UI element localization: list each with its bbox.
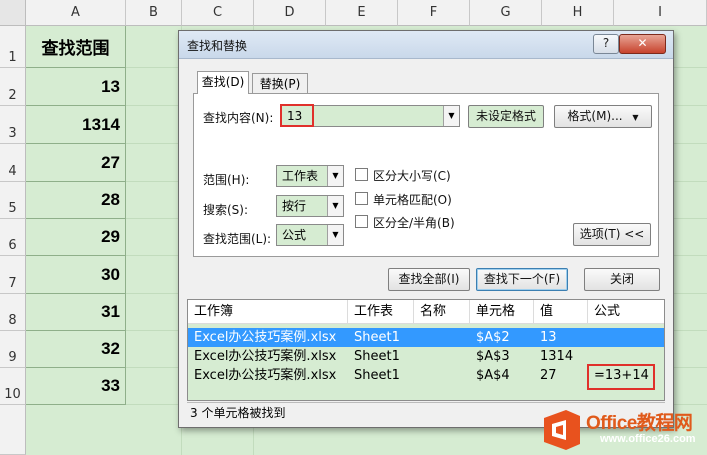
- chevron-down-icon[interactable]: ▼: [443, 106, 459, 126]
- row-header-2[interactable]: 2: [0, 68, 26, 106]
- row-header-7[interactable]: 7: [0, 256, 26, 294]
- chevron-down-icon[interactable]: ▼: [327, 196, 343, 216]
- cell-a5[interactable]: 28: [26, 182, 126, 219]
- cell-a9[interactable]: 32: [26, 331, 126, 368]
- result-cell: $A$4: [476, 368, 510, 383]
- result-workbook: Excel办公技巧案例.xlsx: [194, 349, 337, 364]
- lookin-select[interactable]: 公式 ▼: [276, 224, 344, 246]
- row-header-3[interactable]: 3: [0, 106, 26, 144]
- results-header-workbook[interactable]: 工作簿: [188, 300, 348, 324]
- cell-a10[interactable]: 33: [26, 368, 126, 405]
- match-case-label: 区分大小写(C): [373, 169, 451, 183]
- result-workbook: Excel办公技巧案例.xlsx: [194, 368, 337, 383]
- office26-logo: Office教程网 www.office26.com: [540, 405, 707, 455]
- chevron-down-icon[interactable]: ▼: [327, 166, 343, 186]
- format-preview: 未设定格式: [468, 105, 544, 128]
- column-header-a[interactable]: A: [26, 0, 126, 26]
- column-header-b[interactable]: B: [126, 0, 182, 26]
- dialog-titlebar[interactable]: 查找和替换 ? ✕: [179, 31, 673, 59]
- lookin-label: 查找范围(L):: [203, 232, 272, 246]
- row-header-8[interactable]: 8: [0, 294, 26, 331]
- result-value: 27: [540, 368, 557, 383]
- format-button-label: 格式(M)...: [567, 109, 623, 123]
- result-value: 13: [540, 330, 557, 345]
- result-sheet: Sheet1: [354, 330, 400, 345]
- cell-a1[interactable]: 查找范围: [26, 26, 126, 68]
- match-width-label: 区分全/半角(B): [373, 216, 455, 230]
- lookin-value: 公式: [282, 228, 307, 242]
- close-window-icon[interactable]: ✕: [619, 34, 666, 54]
- results-list[interactable]: 工作簿 工作表 名称 单元格 值 公式 Excel办公技巧案例.xlsx She…: [187, 299, 665, 401]
- match-entire-checkbox[interactable]: [355, 192, 368, 205]
- match-case-checkbox[interactable]: [355, 168, 368, 181]
- find-all-button[interactable]: 查找全部(I): [388, 268, 470, 291]
- result-sheet: Sheet1: [354, 368, 400, 383]
- search-value: 按行: [282, 199, 307, 213]
- column-header-i[interactable]: I: [614, 0, 707, 26]
- results-header-cell[interactable]: 单元格: [470, 300, 534, 324]
- tab-replace[interactable]: 替换(P): [252, 73, 308, 93]
- results-header-sheet[interactable]: 工作表: [348, 300, 414, 324]
- row-header-9[interactable]: 9: [0, 331, 26, 368]
- result-value: 1314: [540, 349, 574, 364]
- cell-a4[interactable]: 27: [26, 144, 126, 182]
- caret-down-icon: ▼: [632, 113, 639, 122]
- close-button[interactable]: 关闭: [584, 268, 660, 291]
- logo-url: www.office26.com: [600, 433, 696, 445]
- row-header-5[interactable]: 5: [0, 182, 26, 219]
- results-header-name[interactable]: 名称: [414, 300, 470, 324]
- cell-a3[interactable]: 1314: [26, 106, 126, 144]
- column-header-f[interactable]: F: [398, 0, 470, 26]
- result-sheet: Sheet1: [354, 349, 400, 364]
- row-header-1[interactable]: 1: [0, 26, 26, 68]
- column-header-c[interactable]: C: [182, 0, 254, 26]
- within-value: 工作表: [282, 169, 319, 183]
- logo-text: Office教程网: [586, 413, 693, 434]
- formula-highlight: [587, 364, 655, 390]
- find-next-button[interactable]: 查找下一个(F): [476, 268, 568, 291]
- column-header-d[interactable]: D: [254, 0, 326, 26]
- result-row[interactable]: Excel办公技巧案例.xlsx Sheet1 $A$2 13: [188, 328, 664, 347]
- format-button[interactable]: 格式(M)... ▼: [554, 105, 652, 128]
- match-width-checkbox[interactable]: [355, 215, 368, 228]
- options-button[interactable]: 选项(T) <<: [573, 223, 651, 246]
- row-header-10[interactable]: 10: [0, 368, 26, 405]
- result-cell: $A$2: [476, 330, 510, 345]
- row-header-6[interactable]: 6: [0, 219, 26, 256]
- office-logo-icon: [544, 410, 580, 450]
- help-button[interactable]: ?: [593, 34, 619, 54]
- search-select[interactable]: 按行 ▼: [276, 195, 344, 217]
- within-label: 范围(H):: [203, 173, 250, 187]
- cell-a8[interactable]: 31: [26, 294, 126, 331]
- dialog-title: 查找和替换: [187, 39, 248, 53]
- within-select[interactable]: 工作表 ▼: [276, 165, 344, 187]
- row-header-empty: [0, 405, 26, 455]
- match-entire-label: 单元格匹配(O): [373, 193, 452, 207]
- results-header-value[interactable]: 值: [534, 300, 588, 324]
- find-replace-dialog: 查找和替换 ? ✕ 查找(D) 替换(P) 查找内容(N): 13 ▼ 未设定格…: [178, 30, 674, 428]
- find-what-label: 查找内容(N):: [203, 111, 274, 125]
- results-header-formula[interactable]: 公式: [588, 300, 664, 324]
- find-value-highlight: [280, 104, 314, 127]
- column-header-e[interactable]: E: [326, 0, 398, 26]
- select-all-corner[interactable]: [0, 0, 26, 26]
- chevron-down-icon[interactable]: ▼: [327, 225, 343, 245]
- cell-a7[interactable]: 30: [26, 256, 126, 294]
- result-workbook: Excel办公技巧案例.xlsx: [194, 330, 337, 345]
- cell-a6[interactable]: 29: [26, 219, 126, 256]
- row-header-4[interactable]: 4: [0, 144, 26, 182]
- result-cell: $A$3: [476, 349, 510, 364]
- tab-find[interactable]: 查找(D): [197, 71, 249, 94]
- cell-a2[interactable]: 13: [26, 68, 126, 106]
- search-label: 搜索(S):: [203, 203, 249, 217]
- column-header-h[interactable]: H: [542, 0, 614, 26]
- column-header-g[interactable]: G: [470, 0, 542, 26]
